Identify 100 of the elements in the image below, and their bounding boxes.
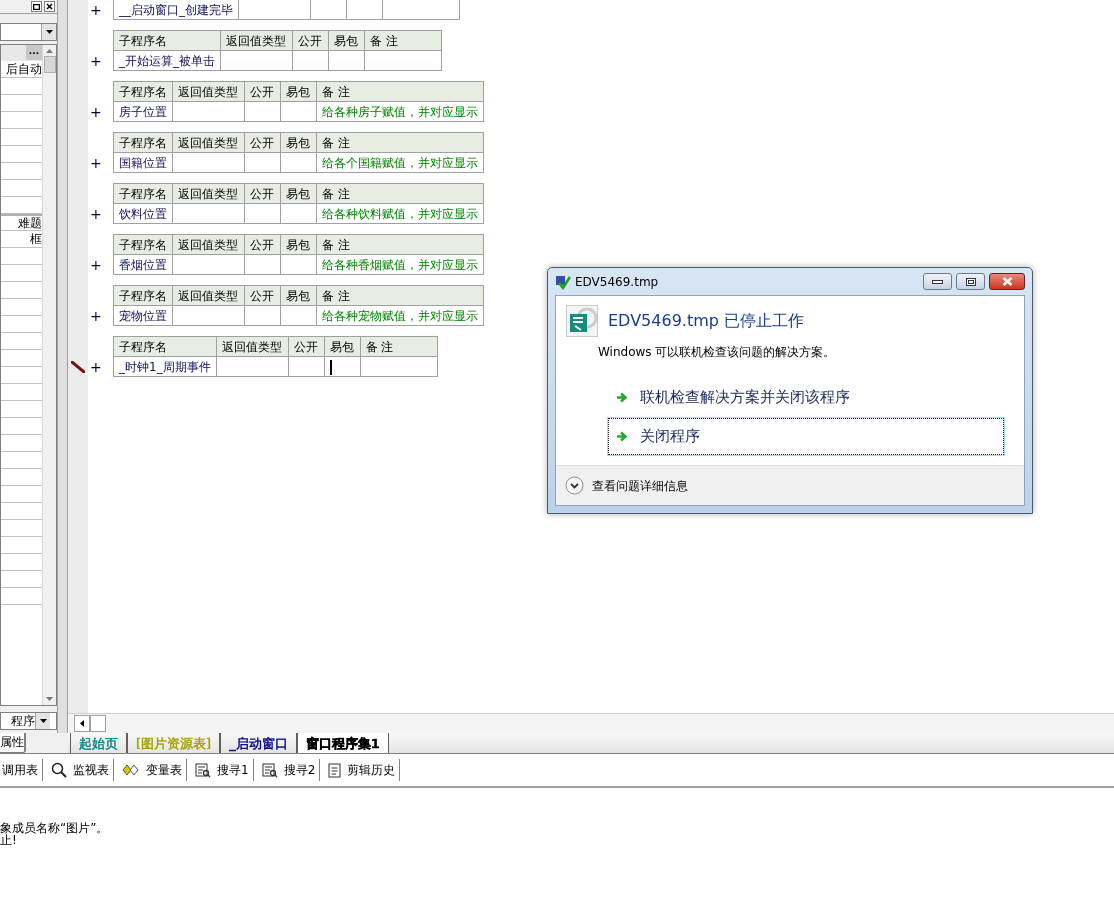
toolbar-button[interactable]: 变量表: [118, 759, 187, 781]
close-icon: [1001, 277, 1013, 286]
expand-marker[interactable]: +: [90, 360, 102, 374]
expand-marker[interactable]: +: [90, 3, 102, 17]
close-icon: [46, 3, 53, 10]
column-header: 公开: [244, 81, 281, 102]
procedure-name[interactable]: 宠物位置: [113, 305, 173, 326]
editor-tab[interactable]: 窗口程序集1: [296, 733, 389, 753]
document-icon: [328, 762, 342, 778]
column-header: 易包: [328, 30, 365, 51]
procedure-name[interactable]: _开始运算_被单击: [113, 50, 221, 71]
dialog-title: EDV5469.tmp: [575, 273, 660, 291]
column-header: 易包: [324, 336, 361, 357]
column-header: 备 注: [316, 81, 484, 102]
app-logo-icon: [566, 305, 598, 337]
column-header: 易包: [280, 81, 317, 102]
close-button[interactable]: [44, 1, 55, 12]
down-arrow-icon: [46, 697, 53, 701]
note-cell: 给各种饮料赋值，并对应显示: [316, 203, 484, 224]
column-header: 备 注: [316, 132, 484, 153]
column-header: 子程序名: [113, 336, 217, 357]
page-magnifier-icon: [261, 762, 278, 778]
column-header: 子程序名: [113, 30, 221, 51]
note-cell: 给各种宠物赋值，并对应显示: [316, 305, 484, 326]
column-header: 备 注: [360, 336, 438, 357]
column-header: 公开: [244, 285, 281, 306]
procedure-name[interactable]: 饮料位置: [113, 203, 173, 224]
restore-button[interactable]: [31, 1, 42, 12]
scrollbar[interactable]: [42, 45, 56, 705]
arrow-icon: [617, 431, 628, 442]
column-header: 子程序名: [113, 183, 173, 204]
close-button[interactable]: [989, 273, 1025, 290]
property-value: 后自动: [6, 61, 42, 77]
horizontal-scrollbar[interactable]: [68, 713, 1114, 733]
arrow-icon: [617, 392, 628, 403]
procedure-name[interactable]: 香烟位置: [113, 254, 173, 275]
down-arrow-icon: [39, 719, 47, 723]
scroll-thumb[interactable]: [90, 715, 106, 732]
editor-tab[interactable]: 起始页: [70, 733, 127, 753]
column-header: 易包: [280, 132, 317, 153]
toolbar-button[interactable]: 搜寻2: [257, 759, 321, 781]
pencil-icon: [71, 361, 85, 373]
column-header: 返回值类型: [220, 30, 293, 51]
minimize-button[interactable]: [923, 273, 952, 290]
minimize-icon: [932, 279, 943, 284]
expand-marker[interactable]: +: [90, 156, 102, 170]
procedure-name[interactable]: 国籍位置: [113, 152, 173, 173]
left-arrow-icon: [80, 720, 84, 727]
procedure-name[interactable]: _时钟1_周期事件: [113, 356, 217, 377]
toolbar-button[interactable]: 调用表: [0, 759, 43, 781]
scroll-thumb[interactable]: [43, 56, 56, 73]
column-header: 返回值类型: [172, 183, 245, 204]
column-header: 返回值类型: [172, 285, 245, 306]
column-header: 备 注: [316, 183, 484, 204]
command-link[interactable]: 关闭程序: [608, 418, 1004, 455]
editor-tab[interactable]: _启动窗口: [220, 733, 297, 753]
ellipsis-button[interactable]: ···: [26, 45, 42, 60]
output-line: 止!: [0, 834, 17, 846]
toolbar-button[interactable]: 搜寻1: [191, 759, 254, 781]
toolbar-button[interactable]: 监视表: [47, 759, 114, 781]
dialog-message: Windows 可以联机检查该问题的解决方案。: [598, 344, 836, 361]
chevron-icon: [565, 476, 584, 495]
column-header: 备 注: [316, 234, 484, 255]
diamonds-icon: [122, 764, 140, 776]
column-header: 易包: [280, 183, 317, 204]
expand-marker[interactable]: +: [90, 258, 102, 272]
column-header: 公开: [292, 30, 329, 51]
property-value: 难题: [18, 216, 42, 230]
object-combo[interactable]: [0, 23, 57, 41]
column-header: 返回值类型: [216, 336, 289, 357]
column-header: 公开: [244, 183, 281, 204]
details-toggle[interactable]: 查看问题详细信息: [592, 476, 688, 495]
expand-marker[interactable]: +: [90, 309, 102, 323]
column-header: 返回值类型: [172, 132, 245, 153]
column-header: 子程序名: [113, 285, 173, 306]
app-check-icon: [555, 273, 571, 290]
procedure-name[interactable]: 房子位置: [113, 101, 173, 122]
down-arrow-icon: [45, 30, 53, 34]
column-header: 返回值类型: [172, 81, 245, 102]
search-icon: [51, 762, 67, 778]
maximize-icon: [965, 277, 976, 286]
column-header: 返回值类型: [172, 234, 245, 255]
column-header: 公开: [244, 132, 281, 153]
toolbar-button[interactable]: 剪辑历史: [324, 759, 401, 781]
column-header: 子程序名: [113, 234, 173, 255]
procedure-combo[interactable]: 程序: [0, 712, 57, 730]
window-icon: [33, 3, 40, 10]
procedure-name[interactable]: __启动窗口_创建完毕: [113, 0, 239, 20]
column-header: 易包: [280, 285, 317, 306]
column-header: 公开: [288, 336, 325, 357]
column-header: 子程序名: [113, 81, 173, 102]
maximize-button[interactable]: [956, 273, 985, 290]
expand-marker[interactable]: +: [90, 207, 102, 221]
column-header: 备 注: [316, 285, 484, 306]
command-link[interactable]: 联机检查解决方案并关闭该程序: [608, 379, 1004, 416]
note-cell: 给各个国籍赋值，并对应显示: [316, 152, 484, 173]
note-cell: 给各种香烟赋值，并对应显示: [316, 254, 484, 275]
expand-marker[interactable]: +: [90, 54, 102, 68]
expand-marker[interactable]: +: [90, 105, 102, 119]
properties-tab[interactable]: 属性: [0, 733, 26, 753]
